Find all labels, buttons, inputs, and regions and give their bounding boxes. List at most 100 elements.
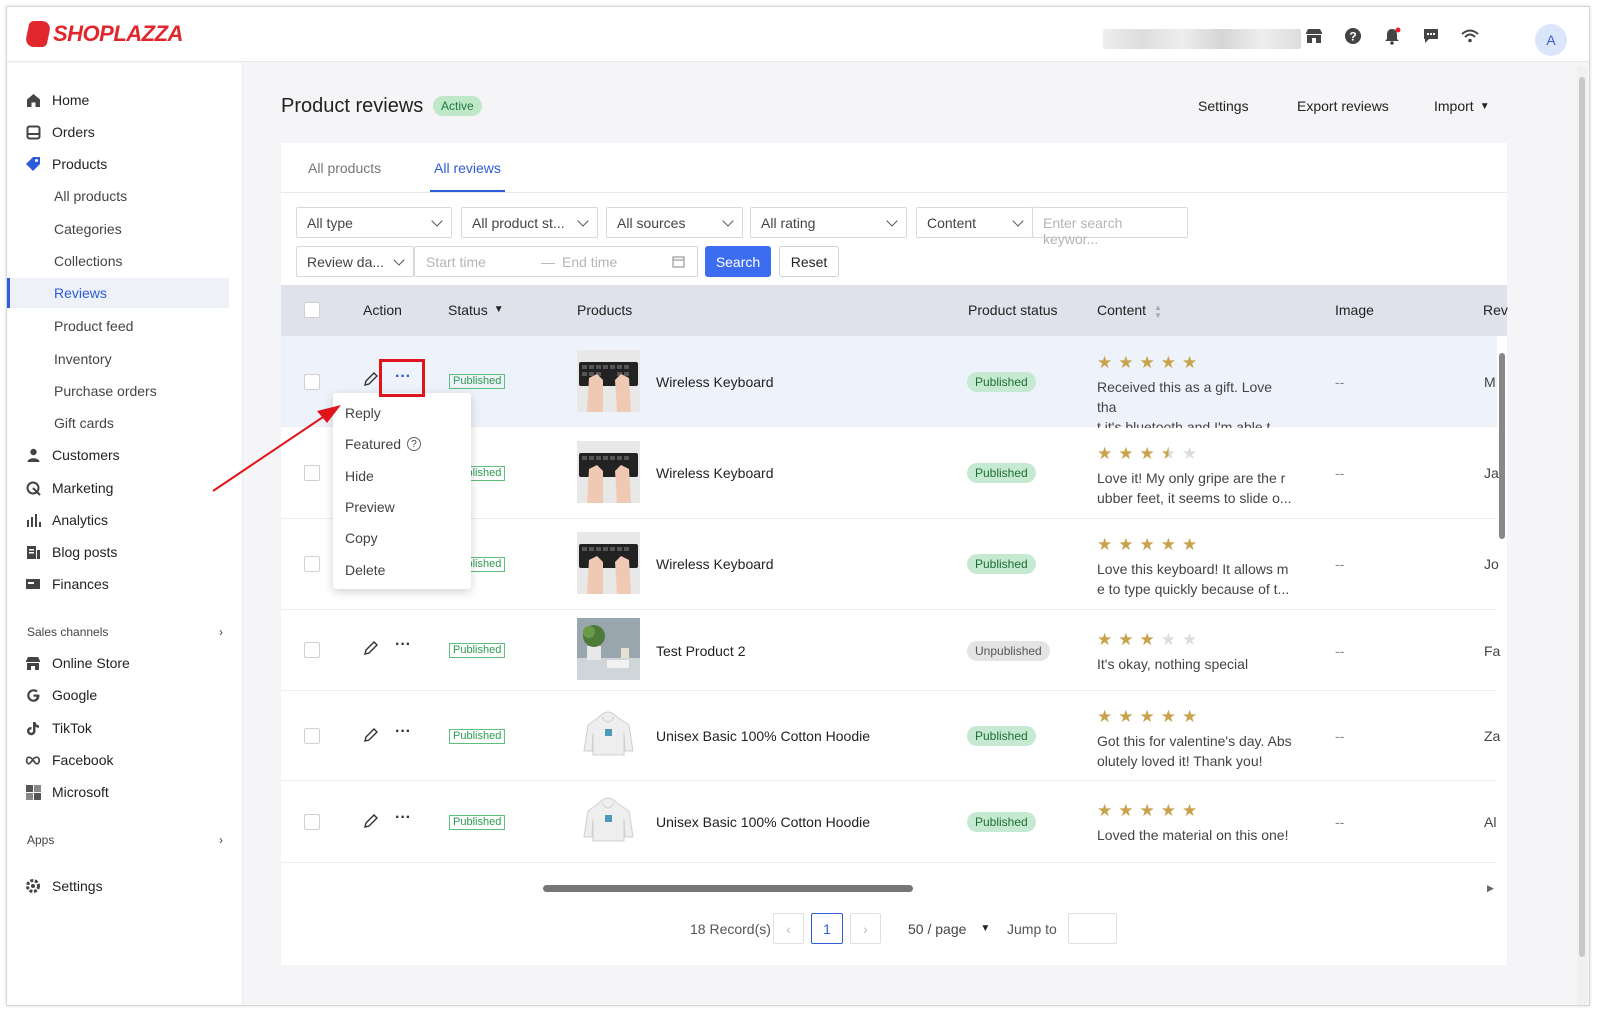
review-content: Love it! My only gripe are the r ubber fe… bbox=[1097, 468, 1292, 508]
product-thumbnail bbox=[577, 705, 640, 767]
rating-select[interactable]: All rating bbox=[750, 207, 907, 238]
prev-page-button[interactable]: ‹ bbox=[773, 913, 804, 944]
sidebar-item-analytics[interactable]: Analytics bbox=[7, 505, 229, 535]
product-name[interactable]: Wireless Keyboard bbox=[656, 556, 774, 572]
sidebar-item-inventory[interactable]: Inventory bbox=[7, 344, 229, 374]
content-line: Got this for valentine's day. Abs bbox=[1097, 733, 1292, 749]
sidebar-item-categories[interactable]: Categories bbox=[7, 214, 229, 244]
column-header-status[interactable]: Status ▼ bbox=[448, 302, 504, 318]
bell-icon[interactable] bbox=[1381, 25, 1403, 47]
select-all-checkbox[interactable] bbox=[304, 302, 320, 318]
sources-select[interactable]: All sources bbox=[606, 207, 743, 238]
avatar[interactable]: A bbox=[1535, 24, 1567, 56]
scrollbar-thumb[interactable] bbox=[1579, 77, 1585, 957]
sales-channels-header[interactable]: Sales channels › bbox=[27, 625, 223, 639]
table-horizontal-scrollbar[interactable] bbox=[543, 885, 913, 892]
sidebar-item-home[interactable]: Home bbox=[7, 85, 229, 115]
menu-item-preview[interactable]: Preview bbox=[345, 499, 395, 515]
export-reviews-link[interactable]: Export reviews bbox=[1297, 98, 1389, 114]
search-input[interactable]: Enter search keywor... bbox=[1032, 207, 1188, 247]
product-name[interactable]: Wireless Keyboard bbox=[656, 374, 774, 390]
settings-link[interactable]: Settings bbox=[1198, 98, 1249, 114]
store-icon[interactable] bbox=[1303, 25, 1325, 47]
sidebar-item-microsoft[interactable]: Microsoft bbox=[7, 777, 229, 807]
product-status-pill: Published bbox=[967, 463, 1036, 483]
tab-all-products[interactable]: All products bbox=[308, 160, 381, 190]
sidebar-item-reviews[interactable]: Reviews bbox=[7, 278, 229, 308]
next-page-button[interactable]: › bbox=[850, 913, 881, 944]
image-cell: -- bbox=[1335, 556, 1345, 572]
apps-header[interactable]: Apps › bbox=[27, 833, 223, 847]
reset-button[interactable]: Reset bbox=[779, 246, 839, 277]
more-actions-icon[interactable]: ··· bbox=[395, 636, 411, 654]
shoplazza-logo[interactable]: SHOPLAZZA bbox=[24, 21, 183, 47]
edit-icon[interactable] bbox=[363, 640, 379, 661]
sidebar-item-label: Orders bbox=[52, 124, 95, 140]
sidebar-item-all-products[interactable]: All products bbox=[7, 181, 229, 211]
sidebar-item-gift-cards[interactable]: Gift cards bbox=[7, 408, 229, 438]
page-button-current[interactable]: 1 bbox=[811, 913, 843, 944]
wifi-icon[interactable] bbox=[1459, 25, 1481, 47]
table-row[interactable]: ··· Published Test Product 2 Unpublished… bbox=[281, 610, 1500, 691]
store-name-blurred[interactable] bbox=[1103, 29, 1301, 49]
product-name[interactable]: Test Product 2 bbox=[656, 643, 746, 659]
jump-to-input[interactable] bbox=[1068, 913, 1117, 944]
product-status-select[interactable]: All product st... bbox=[461, 207, 598, 238]
caret-down-icon: ▼ bbox=[980, 923, 991, 934]
sidebar-item-settings[interactable]: Settings bbox=[7, 871, 229, 901]
more-actions-icon[interactable]: ··· bbox=[395, 723, 411, 741]
start-time-field[interactable]: Start time bbox=[426, 254, 486, 270]
page-size-select[interactable]: 50 / page ▼ bbox=[908, 921, 990, 937]
star-icon: ★ bbox=[1097, 707, 1113, 726]
help-icon[interactable]: ? bbox=[1342, 25, 1364, 47]
import-dropdown[interactable]: Import ▼ bbox=[1434, 98, 1490, 114]
edit-icon[interactable] bbox=[363, 727, 379, 748]
row-checkbox[interactable] bbox=[304, 814, 320, 830]
sidebar-item-google[interactable]: Google bbox=[7, 680, 229, 710]
review-content: Love this keyboard! It allows m e to type… bbox=[1097, 559, 1292, 599]
logo-mark-icon bbox=[24, 21, 52, 47]
sidebar-item-finances[interactable]: Finances bbox=[7, 569, 229, 599]
sidebar-item-blog-posts[interactable]: Blog posts bbox=[7, 537, 229, 567]
scroll-right-arrow-icon[interactable]: ▶ bbox=[1487, 883, 1494, 894]
date-type-select[interactable]: Review da... bbox=[296, 246, 414, 277]
product-status-pill: Unpublished bbox=[967, 641, 1050, 661]
message-icon[interactable] bbox=[1420, 25, 1442, 47]
content-select[interactable]: Content bbox=[916, 207, 1033, 238]
sidebar-item-products[interactable]: Products bbox=[7, 149, 229, 179]
sidebar-item-tiktok[interactable]: TikTok bbox=[7, 713, 229, 743]
column-header-content[interactable]: Content ▲ ▼ bbox=[1097, 302, 1162, 320]
row-checkbox[interactable] bbox=[304, 728, 320, 744]
edit-icon[interactable] bbox=[363, 371, 379, 392]
search-button[interactable]: Search bbox=[705, 246, 771, 277]
tab-all-reviews[interactable]: All reviews bbox=[430, 160, 505, 192]
end-time-field[interactable]: End time bbox=[562, 254, 617, 270]
date-range-picker[interactable]: Start time — End time bbox=[414, 246, 698, 277]
star-icon: ★ bbox=[1139, 535, 1155, 554]
sidebar-item-orders[interactable]: Orders bbox=[7, 117, 229, 147]
edit-icon[interactable] bbox=[363, 813, 379, 834]
product-name[interactable]: Unisex Basic 100% Cotton Hoodie bbox=[656, 728, 870, 744]
page-vertical-scrollbar[interactable] bbox=[1577, 67, 1587, 1005]
rating-stars: ★ ★ ★ ★ ★ bbox=[1097, 445, 1197, 462]
more-actions-icon[interactable]: ··· bbox=[395, 809, 411, 827]
sidebar-item-marketing[interactable]: Marketing bbox=[7, 473, 229, 503]
sidebar-item-purchase-orders[interactable]: Purchase orders bbox=[7, 376, 229, 406]
menu-item-copy[interactable]: Copy bbox=[345, 530, 378, 546]
product-name[interactable]: Unisex Basic 100% Cotton Hoodie bbox=[656, 814, 870, 830]
sidebar-item-customers[interactable]: Customers bbox=[7, 440, 229, 470]
table-row[interactable]: ··· Published Unisex Basic 100% Cotton H… bbox=[281, 691, 1500, 781]
menu-item-delete[interactable]: Delete bbox=[345, 562, 385, 578]
sidebar-item-facebook[interactable]: Facebook bbox=[7, 745, 229, 775]
star-icon: ★ bbox=[1118, 353, 1134, 372]
table-row[interactable]: ··· Published Unisex Basic 100% Cotton H… bbox=[281, 781, 1497, 863]
sidebar-item-collections[interactable]: Collections bbox=[7, 246, 229, 276]
sidebar-item-online-store[interactable]: Online Store bbox=[7, 648, 229, 678]
product-name[interactable]: Wireless Keyboard bbox=[656, 465, 774, 481]
table-vertical-scrollbar[interactable] bbox=[1499, 353, 1505, 539]
row-checkbox[interactable] bbox=[304, 642, 320, 658]
row-checkbox[interactable] bbox=[304, 556, 320, 572]
type-select[interactable]: All type bbox=[296, 207, 452, 238]
reviews-card: All products All reviews All type All pr… bbox=[281, 143, 1508, 965]
sidebar-item-product-feed[interactable]: Product feed bbox=[7, 311, 229, 341]
